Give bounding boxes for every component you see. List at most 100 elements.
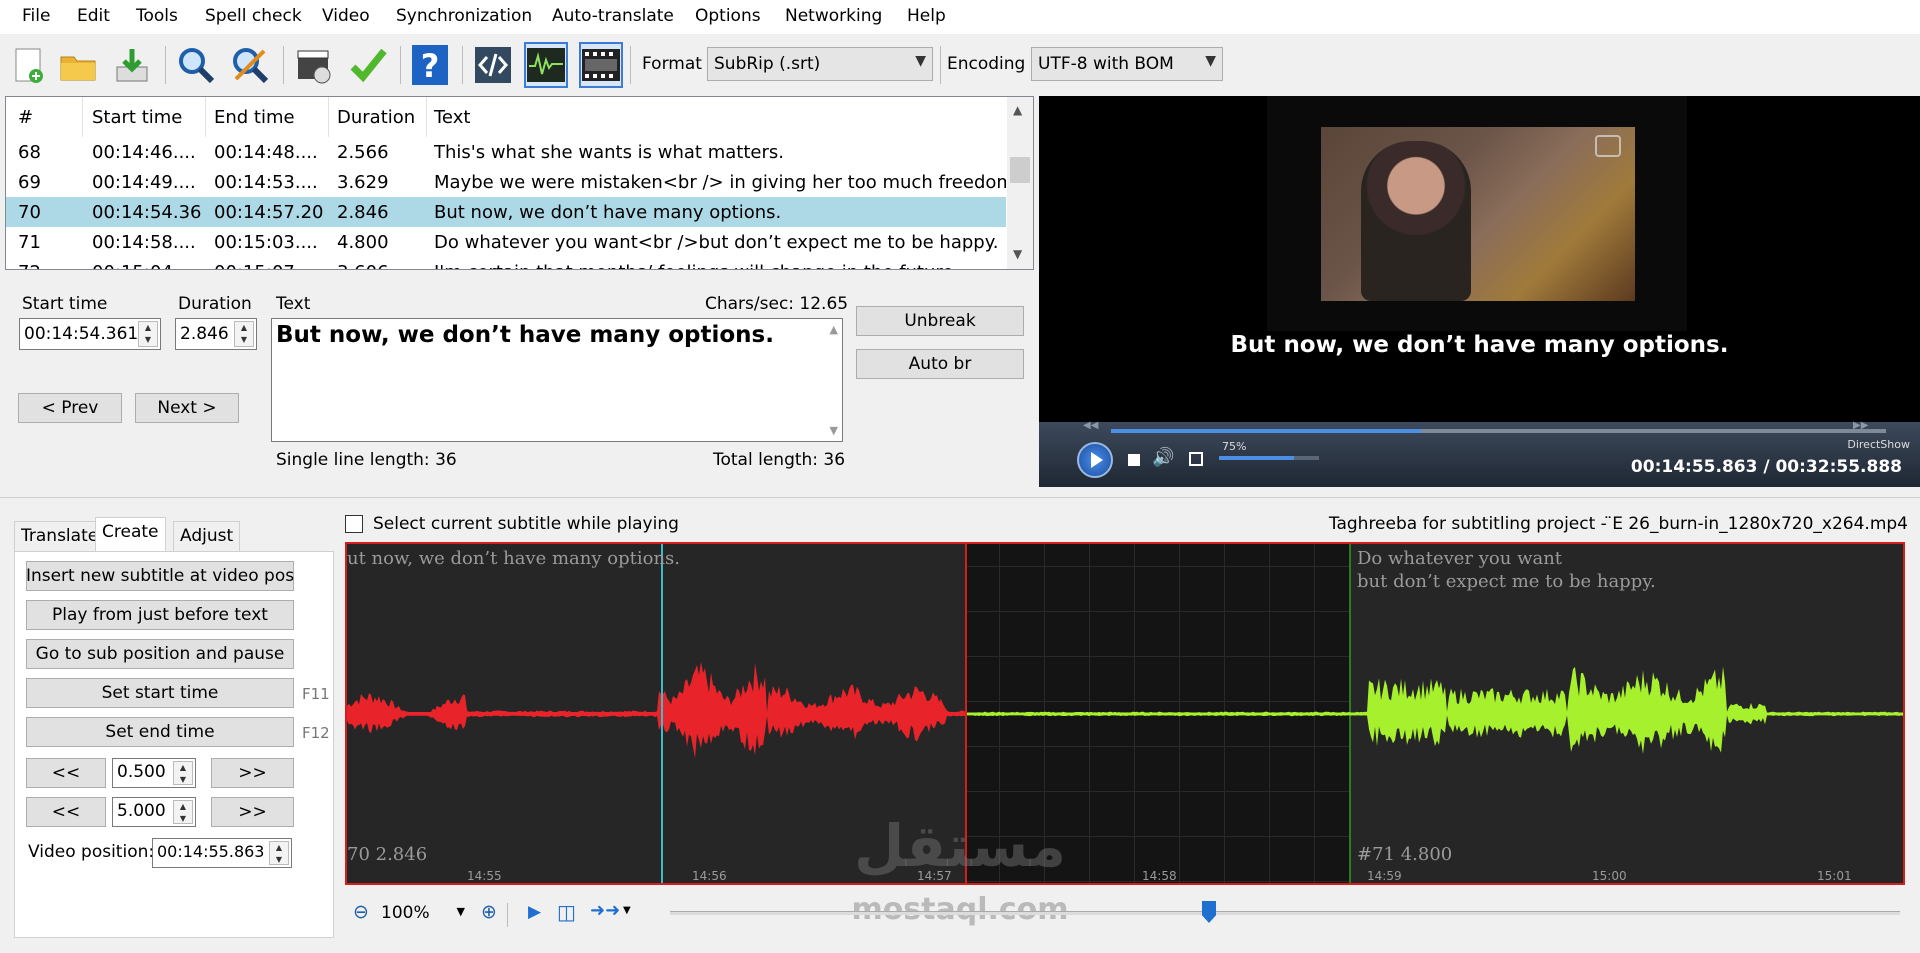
prev-button[interactable]: < Prev	[18, 393, 122, 423]
video-player[interactable]: But now, we don’t have many options. ◀◀ …	[1039, 96, 1920, 487]
menu-auto-translate[interactable]: Auto-translate	[552, 6, 674, 26]
volume-slider[interactable]	[1219, 456, 1319, 460]
slider-thumb[interactable]	[1202, 901, 1216, 923]
source-view-icon[interactable]	[471, 42, 515, 88]
spin-updown-icon[interactable]: ▲ ▼	[138, 321, 158, 347]
row-duration: 3.629	[337, 172, 389, 193]
row-number: 70	[18, 202, 41, 223]
video-toggle-icon[interactable]	[579, 42, 623, 88]
scroll-down-icon[interactable]: ▼	[1013, 247, 1022, 261]
menu-synchronization[interactable]: Synchronization	[396, 6, 532, 26]
subtitle-list[interactable]: # Start time End time Duration Text 68 0…	[5, 96, 1034, 270]
chevron-down-icon[interactable]: ▼	[623, 905, 631, 916]
seek-bar[interactable]	[1111, 429, 1886, 433]
subtitle-text-editor[interactable]: But now, we don’t have many options. ▲ ▼	[271, 318, 843, 442]
start-time-input[interactable]: 00:14:54.361 ▲ ▼	[19, 318, 161, 350]
scroll-down-icon[interactable]: ▼	[830, 424, 838, 437]
start-time-label: Start time	[22, 294, 108, 314]
menu-tools[interactable]: Tools	[136, 6, 178, 26]
save-download-icon[interactable]	[110, 42, 154, 88]
scroll-up-icon[interactable]: ▲	[830, 323, 838, 336]
waveform-label-right: #71 4.800	[1357, 844, 1453, 865]
fullscreen-icon[interactable]	[1189, 452, 1203, 466]
engine-label: DirectShow	[1847, 438, 1910, 451]
stop-icon[interactable]	[1128, 454, 1140, 466]
table-row-selected[interactable]: 70 00:14:54.36 00:14:57.20 2.846 But now…	[6, 197, 1006, 227]
visual-sync-clapper-icon[interactable]	[292, 42, 336, 88]
select-current-checkbox[interactable]	[345, 515, 363, 533]
row-number: 69	[18, 172, 41, 193]
encoding-select[interactable]: UTF-8 with BOM ▼	[1031, 47, 1223, 81]
step-large-input[interactable]: 5.000 ▲ ▼	[112, 797, 196, 827]
format-select[interactable]: SubRip (.srt) ▼	[707, 47, 933, 81]
spin-updown-icon[interactable]: ▲ ▼	[173, 761, 193, 785]
set-end-time-button[interactable]: Set end time	[26, 717, 294, 747]
scroll-up-icon[interactable]: ▲	[1013, 103, 1022, 117]
table-row[interactable]: 69 00:14:49.... 00:14:53.... 3.629 Maybe…	[6, 167, 1006, 197]
step-small-input[interactable]: 0.500 ▲ ▼	[112, 758, 196, 788]
tab-create[interactable]: Create	[95, 517, 166, 551]
zoom-out-icon[interactable]: ⊖	[353, 901, 369, 923]
waveform-position-slider[interactable]	[670, 901, 1900, 923]
play-selection-icon[interactable]: ▶	[528, 902, 541, 922]
set-start-time-button[interactable]: Set start time	[26, 678, 294, 708]
menu-networking[interactable]: Networking	[785, 6, 882, 26]
zoom-select[interactable]: 100% ▼	[381, 899, 471, 929]
spin-updown-icon[interactable]: ▲ ▼	[269, 841, 289, 865]
channel-logo-icon	[1595, 135, 1621, 157]
scroll-thumb[interactable]	[1010, 157, 1030, 183]
menu-help[interactable]: Help	[907, 6, 946, 26]
col-duration[interactable]: Duration	[337, 107, 415, 128]
spin-updown-icon[interactable]: ▲ ▼	[173, 800, 193, 824]
table-row[interactable]: 71 00:14:58.... 00:15:03.... 4.800 Do wh…	[6, 227, 1006, 257]
open-folder-icon[interactable]	[56, 42, 100, 88]
menu-file[interactable]: File	[22, 6, 50, 26]
rewind-icon[interactable]: ◀◀	[1083, 420, 1098, 431]
menu-options[interactable]: Options	[695, 6, 761, 26]
playhead-cursor[interactable]	[661, 544, 663, 883]
waveform-panel[interactable]: ut now, we don’t have many options. Do w…	[345, 542, 1905, 885]
waveform-toggle-icon[interactable]	[524, 42, 568, 88]
duration-input[interactable]: 2.846 ▲ ▼	[175, 318, 257, 350]
goto-sub-pause-button[interactable]: Go to sub position and pause	[26, 639, 294, 669]
tab-adjust[interactable]: Adjust	[173, 521, 241, 551]
list-scrollbar[interactable]: ▲ ▼	[1007, 97, 1033, 269]
play-button[interactable]	[1077, 442, 1113, 478]
step-back-small-button[interactable]: <<	[26, 758, 106, 788]
duration-label: Duration	[178, 294, 252, 314]
play-before-text-button[interactable]: Play from just before text	[26, 600, 294, 630]
spell-check-mark-icon[interactable]	[346, 42, 390, 88]
table-row[interactable]: 68 00:14:46.... 00:14:48.... 2.566 This'…	[6, 137, 1006, 167]
tab-translate[interactable]: Translate	[14, 521, 106, 551]
insert-subtitle-button[interactable]: Insert new subtitle at video pos	[26, 561, 294, 591]
table-row[interactable]: 72 00:15:04.... 00:15:07.... 3.606 I'm c…	[6, 257, 1006, 269]
fast-forward-icon[interactable]: ➜➜	[590, 900, 620, 921]
chevron-down-icon: ▼	[1205, 53, 1216, 69]
help-icon[interactable]: ?	[408, 42, 452, 88]
col-start-time[interactable]: Start time	[92, 107, 182, 128]
video-position-input[interactable]: 00:14:55.863 ▲ ▼	[152, 838, 292, 868]
row-duration: 3.606	[337, 262, 389, 269]
step-back-large-button[interactable]: <<	[26, 797, 106, 827]
spin-updown-icon[interactable]: ▲ ▼	[234, 321, 254, 347]
col-end-time[interactable]: End time	[214, 107, 295, 128]
new-file-icon[interactable]	[6, 42, 50, 88]
col-number[interactable]: #	[18, 107, 33, 128]
columns-view-icon[interactable]: ◫	[557, 900, 576, 924]
step-forward-small-button[interactable]: >>	[211, 758, 294, 788]
replace-icon[interactable]	[228, 42, 272, 88]
menu-edit[interactable]: Edit	[77, 6, 110, 26]
next-button[interactable]: Next >	[135, 393, 239, 423]
video-subtitle: But now, we don’t have many options.	[1230, 332, 1729, 358]
find-icon[interactable]	[174, 42, 218, 88]
edit-panel: Start time 00:14:54.361 ▲ ▼ Duration 2.84…	[5, 287, 1034, 487]
menu-spell-check[interactable]: Spell check	[205, 6, 302, 26]
menu-video[interactable]: Video	[322, 6, 370, 26]
fast-forward-icon[interactable]: ▶▶	[1853, 420, 1868, 431]
auto-br-button[interactable]: Auto br	[856, 349, 1024, 379]
col-text[interactable]: Text	[434, 107, 470, 128]
unbreak-button[interactable]: Unbreak	[856, 306, 1024, 336]
step-forward-large-button[interactable]: >>	[211, 797, 294, 827]
zoom-in-icon[interactable]: ⊕	[481, 901, 497, 923]
volume-icon[interactable]: 🔊	[1152, 447, 1174, 468]
